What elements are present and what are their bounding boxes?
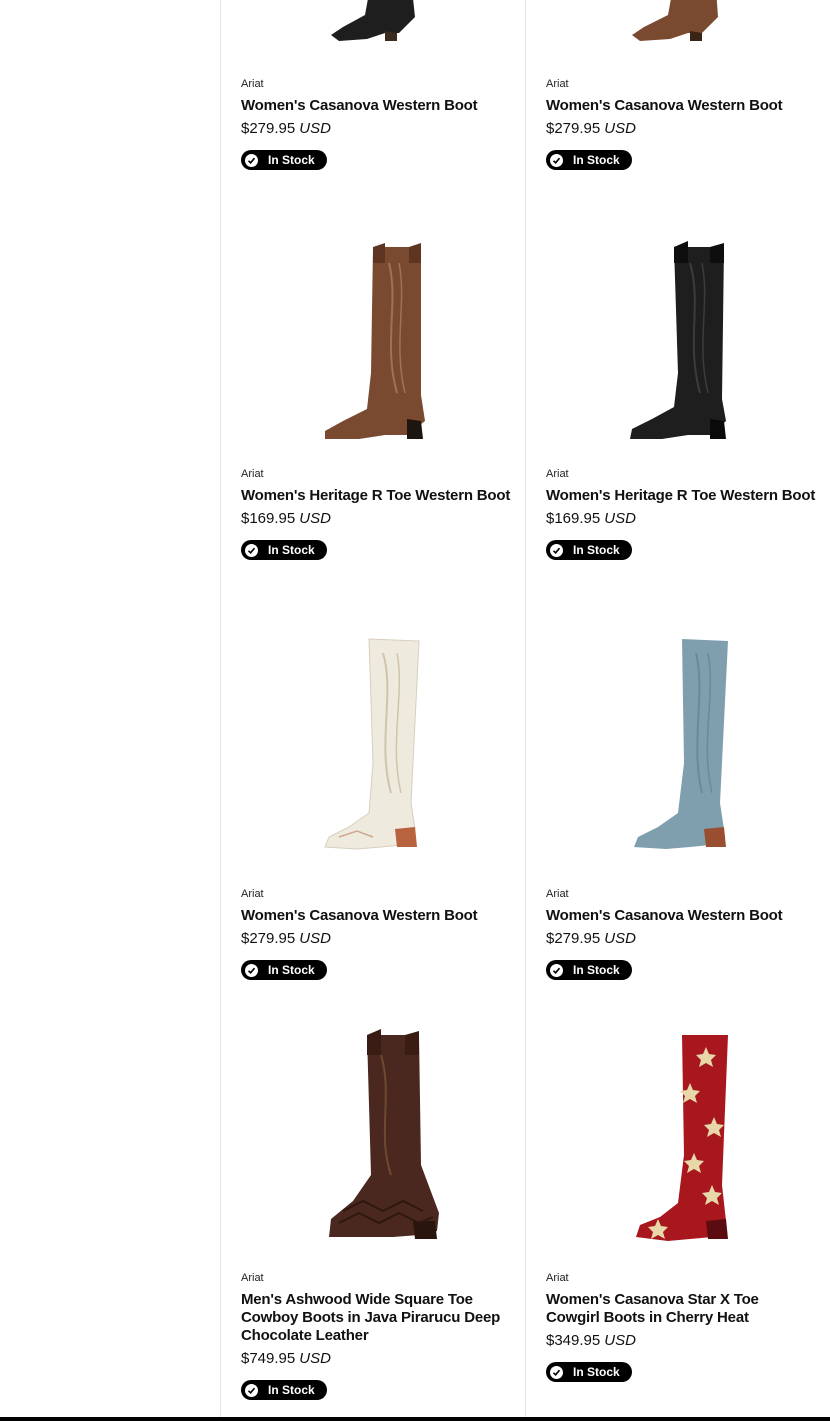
boot-image	[630, 241, 726, 439]
stock-label: In Stock	[573, 153, 620, 167]
product-brand: Ariat	[241, 78, 264, 90]
stock-badge: In Stock	[241, 1380, 327, 1400]
boot-image	[634, 639, 728, 849]
product-card[interactable]: Ariat Women's Casanova Star X Toe Cowgir…	[525, 1005, 830, 1420]
product-image[interactable]	[546, 0, 810, 43]
product-brand: Ariat	[546, 468, 569, 480]
product-price: $169.95 USD	[546, 509, 816, 529]
check-icon	[550, 153, 563, 167]
stock-label: In Stock	[268, 153, 315, 167]
price-currency: USD	[299, 930, 331, 947]
product-image[interactable]	[546, 223, 810, 445]
product-price: $279.95 USD	[241, 119, 511, 139]
price-currency: USD	[604, 510, 636, 527]
product-price: $279.95 USD	[546, 929, 816, 949]
check-icon	[550, 1365, 563, 1379]
stock-badge: In Stock	[241, 960, 327, 980]
product-brand: Ariat	[241, 888, 264, 900]
product-brand: Ariat	[241, 1272, 264, 1284]
check-icon	[550, 963, 563, 977]
check-icon	[550, 543, 563, 557]
boot-image	[331, 0, 415, 41]
stock-badge: In Stock	[546, 960, 632, 980]
price-currency: USD	[604, 1332, 636, 1349]
price-currency: USD	[299, 510, 331, 527]
product-card[interactable]: Ariat Women's Casanova Western Boot $279…	[220, 0, 526, 204]
product-brand: Ariat	[546, 78, 569, 90]
product-brand: Ariat	[546, 888, 569, 900]
product-name[interactable]: Men's Ashwood Wide Square Toe Cowboy Boo…	[241, 1291, 511, 1345]
stock-label: In Stock	[268, 543, 315, 557]
stock-badge: In Stock	[241, 540, 327, 560]
product-name[interactable]: Women's Casanova Western Boot	[241, 97, 511, 115]
stock-label: In Stock	[268, 963, 315, 977]
check-icon	[245, 153, 258, 167]
boot-image	[329, 1029, 439, 1239]
price-amount: $169.95	[546, 510, 601, 527]
price-amount: $279.95	[546, 120, 601, 137]
filter-sidebar	[0, 0, 221, 1421]
stock-label: In Stock	[573, 543, 620, 557]
stock-label: In Stock	[573, 1365, 620, 1379]
product-name[interactable]: Women's Heritage R Toe Western Boot	[546, 487, 816, 505]
product-image[interactable]	[546, 633, 810, 855]
price-amount: $279.95	[241, 930, 296, 947]
product-brand: Ariat	[241, 468, 264, 480]
product-name[interactable]: Women's Casanova Western Boot	[546, 97, 816, 115]
stock-badge: In Stock	[546, 150, 632, 170]
product-image[interactable]	[241, 633, 505, 855]
product-name[interactable]: Women's Heritage R Toe Western Boot	[241, 487, 511, 505]
price-currency: USD	[299, 120, 331, 137]
boot-image	[324, 638, 420, 850]
boot-image	[632, 0, 718, 41]
product-price: $169.95 USD	[241, 509, 511, 529]
product-card[interactable]: Ariat Women's Heritage R Toe Western Boo…	[525, 203, 830, 614]
product-price: $279.95 USD	[546, 119, 816, 139]
product-card[interactable]: Ariat Women's Casanova Western Boot $279…	[220, 613, 526, 1006]
product-grid: Ariat Women's Casanova Western Boot $279…	[220, 0, 830, 1420]
product-image[interactable]	[546, 1025, 810, 1247]
stock-label: In Stock	[268, 1383, 315, 1397]
price-currency: USD	[299, 1350, 331, 1367]
boot-image	[636, 1035, 728, 1241]
product-image[interactable]	[241, 1025, 505, 1247]
price-amount: $169.95	[241, 510, 296, 527]
product-name[interactable]: Women's Casanova Star X Toe Cowgirl Boot…	[546, 1291, 816, 1327]
product-brand: Ariat	[546, 1272, 569, 1284]
product-name[interactable]: Women's Casanova Western Boot	[546, 907, 816, 925]
product-price: $279.95 USD	[241, 929, 511, 949]
product-card[interactable]: Ariat Women's Casanova Western Boot $279…	[525, 613, 830, 1006]
footer-edge	[0, 1417, 830, 1421]
stock-badge: In Stock	[546, 540, 632, 560]
price-amount: $279.95	[546, 930, 601, 947]
check-icon	[245, 1383, 258, 1397]
product-image[interactable]	[241, 0, 505, 43]
boot-image	[325, 243, 425, 439]
price-amount: $279.95	[241, 120, 296, 137]
product-price: $349.95 USD	[546, 1331, 816, 1351]
product-image[interactable]	[241, 223, 505, 445]
product-price: $749.95 USD	[241, 1349, 511, 1369]
stock-badge: In Stock	[241, 150, 327, 170]
stock-badge: In Stock	[546, 1362, 632, 1382]
price-currency: USD	[604, 120, 636, 137]
price-amount: $349.95	[546, 1332, 601, 1349]
price-amount: $749.95	[241, 1350, 296, 1367]
stock-label: In Stock	[573, 963, 620, 977]
product-card[interactable]: Ariat Women's Heritage R Toe Western Boo…	[220, 203, 526, 614]
check-icon	[245, 963, 258, 977]
check-icon	[245, 543, 258, 557]
product-card[interactable]: Ariat Women's Casanova Western Boot $279…	[525, 0, 830, 204]
product-name[interactable]: Women's Casanova Western Boot	[241, 907, 511, 925]
product-card[interactable]: Ariat Men's Ashwood Wide Square Toe Cowb…	[220, 1005, 526, 1420]
price-currency: USD	[604, 930, 636, 947]
